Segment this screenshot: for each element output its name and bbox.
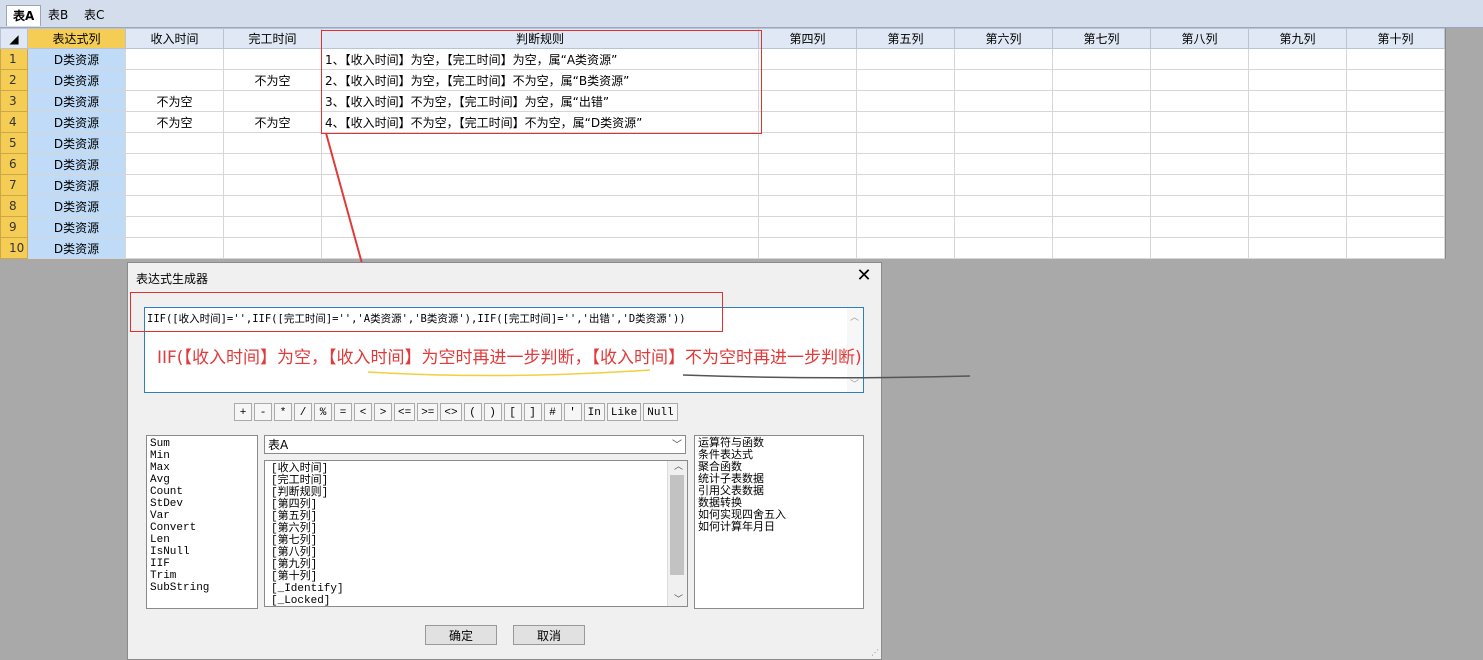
operator-button[interactable]: =	[334, 403, 352, 421]
expression-annotation: IIF(【收入时间】为空，【收入时间】为空时再进一步判断，【收入时间】不为空时再…	[157, 343, 862, 368]
function-item[interactable]: Avg	[147, 474, 257, 486]
table-select[interactable]: 表A ﹀	[264, 435, 686, 454]
help-topic-item[interactable]: 运算符与函数	[695, 438, 863, 450]
chevron-down-icon[interactable]: ﹀	[672, 436, 682, 455]
function-item[interactable]: SubString	[147, 582, 257, 594]
field-item[interactable]: [完工时间]	[268, 475, 687, 487]
operator-button[interactable]: Null	[643, 403, 678, 421]
field-item[interactable]: [第六列]	[268, 523, 687, 535]
function-item[interactable]: Min	[147, 450, 257, 462]
help-topic-item[interactable]: 如何实现四舍五入	[695, 510, 863, 522]
operator-button[interactable]: #	[543, 403, 562, 421]
annotation-part-3: 【收入时间】不为空时再进一步判断)	[591, 348, 862, 368]
operator-toolbar: + - * /% = < > <= >= <>()[] # ' In Like Null	[234, 403, 680, 423]
help-topic-list[interactable]: 运算符与函数 条件表达式 聚合函数 统计子表数据 引用父表数据 数据转换 如何实现四舍五入如…	[694, 435, 864, 609]
operator-button[interactable]: (	[463, 403, 482, 421]
field-item[interactable]: [_Identify]	[268, 583, 687, 595]
help-topic-item[interactable]: 聚合函数	[695, 462, 863, 474]
dialog-title: 表达式生成器	[136, 272, 209, 286]
operator-button[interactable]: *	[274, 403, 292, 421]
operator-button[interactable]: >=	[417, 403, 439, 421]
function-item[interactable]: IsNull	[147, 546, 257, 558]
cancel-button[interactable]: 取消	[513, 625, 585, 645]
expression-highlight-box	[130, 292, 723, 332]
operator-button[interactable]: >	[374, 403, 392, 421]
help-topic-item[interactable]: 条件表达式	[695, 450, 863, 462]
operator-button[interactable]: Like	[606, 403, 642, 421]
operator-button[interactable]: In	[583, 403, 605, 421]
help-topic-item[interactable]: 引用父表数据	[695, 486, 863, 498]
operator-button[interactable]: -	[254, 403, 272, 421]
field-item[interactable]: [判断规则]	[268, 487, 687, 499]
resize-grip-icon[interactable]: ⋰	[871, 648, 879, 657]
function-item[interactable]: Sum	[147, 438, 257, 450]
field-item[interactable]: [第八列]	[268, 547, 687, 559]
function-item[interactable]: Max	[147, 462, 257, 474]
operator-button[interactable]: '	[563, 403, 582, 421]
function-item[interactable]: Convert	[147, 522, 257, 534]
operator-button[interactable]: <	[354, 403, 372, 421]
function-item[interactable]: Count	[147, 486, 257, 498]
help-topic-item[interactable]: 如何计算年月日	[695, 522, 863, 534]
field-item[interactable]: [_Locked]	[268, 595, 687, 606]
annotation-part-2: 【收入时间】为空时再进一步判断，	[327, 348, 592, 368]
field-list[interactable]: [收入时间] [完工时间] [判断规则] [第四列] [第五列] [第六列] [第七列] [第…	[264, 460, 688, 607]
field-item[interactable]: [收入时间]	[268, 463, 687, 475]
operator-button[interactable]: +	[234, 403, 252, 421]
field-item[interactable]: [第七列]	[268, 535, 687, 547]
field-list-scrollbar[interactable]: ︿ ﹀	[667, 461, 687, 606]
field-item[interactable]: [第九列]	[268, 559, 687, 571]
help-topic-item[interactable]: 数据转换	[695, 498, 863, 510]
function-item[interactable]: Var	[147, 510, 257, 522]
function-item[interactable]: StDev	[147, 498, 257, 510]
field-item[interactable]: [第十列]	[268, 571, 687, 583]
function-item[interactable]: IIF	[147, 558, 257, 570]
close-icon[interactable]: ✕	[853, 265, 875, 287]
operator-button[interactable]: )	[483, 403, 502, 421]
function-list[interactable]: Sum Min Max Avg Count StDev Var Convert Len IsNul…	[146, 435, 258, 609]
scrollbar-thumb[interactable]	[670, 475, 684, 575]
ok-button[interactable]: 确定	[425, 625, 497, 645]
operator-button[interactable]: [	[503, 403, 522, 421]
function-item[interactable]: Trim	[147, 570, 257, 582]
annotation-part-1: IIF(【收入时间】为空，	[157, 348, 328, 368]
operator-button[interactable]: %	[314, 403, 332, 421]
field-item[interactable]: [第四列]	[268, 499, 687, 511]
operator-button[interactable]: ]	[523, 403, 542, 421]
operator-button[interactable]: <=	[394, 403, 416, 421]
table-select-value: 表A	[268, 438, 289, 452]
operator-button[interactable]: /	[294, 403, 312, 421]
operator-button[interactable]: <>	[440, 403, 462, 421]
help-topic-item[interactable]: 统计子表数据	[695, 474, 863, 486]
field-item[interactable]: [第五列]	[268, 511, 687, 523]
function-item[interactable]: Len	[147, 534, 257, 546]
